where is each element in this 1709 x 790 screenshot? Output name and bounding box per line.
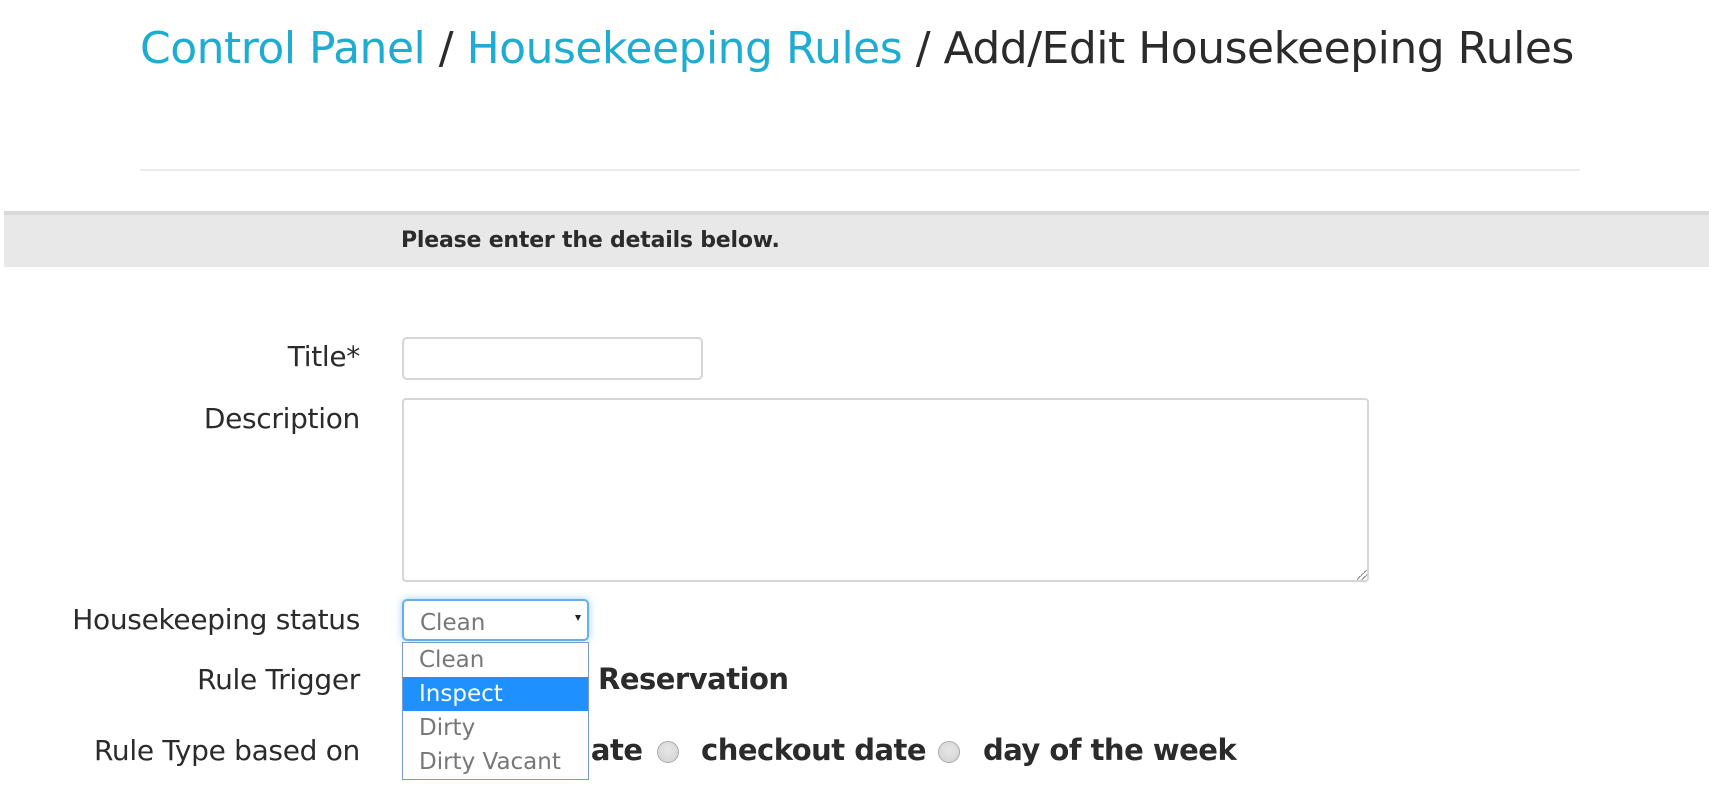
dropdown-option-clean[interactable]: Clean — [403, 643, 588, 677]
resize-grip-icon — [1357, 570, 1367, 580]
housekeeping-status-label: Housekeeping status — [72, 603, 360, 636]
breadcrumb-separator: / — [438, 23, 454, 74]
info-bar-text: Please enter the details below. — [401, 228, 780, 253]
info-bar: Please enter the details below. — [4, 211, 1709, 267]
breadcrumb-separator: / — [915, 23, 931, 74]
title-input[interactable] — [402, 337, 703, 380]
rule-type-label: Rule Type based on — [94, 734, 360, 767]
description-textarea[interactable] — [402, 398, 1369, 582]
breadcrumb-current-page: Add/Edit Housekeeping Rules — [943, 23, 1575, 74]
breadcrumb-link-housekeeping-rules[interactable]: Housekeeping Rules — [467, 23, 903, 74]
rule-type-checkout-radio[interactable] — [657, 741, 679, 763]
dropdown-option-dirty[interactable]: Dirty — [403, 711, 588, 745]
breadcrumb-link-control-panel[interactable]: Control Panel — [140, 23, 426, 74]
textarea-resize-handle[interactable] — [1355, 568, 1369, 582]
chevron-down-icon — [575, 615, 581, 621]
select-value: Clean — [420, 610, 486, 636]
description-label: Description — [203, 402, 360, 435]
page-title-breadcrumb: Control Panel / Housekeeping Rules / Add… — [140, 22, 1580, 75]
rule-type-day-of-week-label: day of the week — [983, 733, 1237, 767]
rule-trigger-reservation-label: Reservation — [598, 662, 789, 696]
rule-type-checkout-label: checkout date — [701, 733, 927, 767]
housekeeping-status-select[interactable]: Clean — [402, 599, 589, 641]
dropdown-option-dirty-vacant[interactable]: Dirty Vacant — [403, 745, 588, 779]
title-label: Title* — [287, 340, 361, 373]
dropdown-option-inspect[interactable]: Inspect — [403, 677, 588, 711]
rule-trigger-label: Rule Trigger — [197, 663, 360, 696]
housekeeping-status-dropdown: Clean Inspect Dirty Dirty Vacant — [402, 642, 589, 780]
rule-type-day-of-week-radio[interactable] — [938, 741, 960, 763]
heading-divider — [140, 169, 1580, 171]
